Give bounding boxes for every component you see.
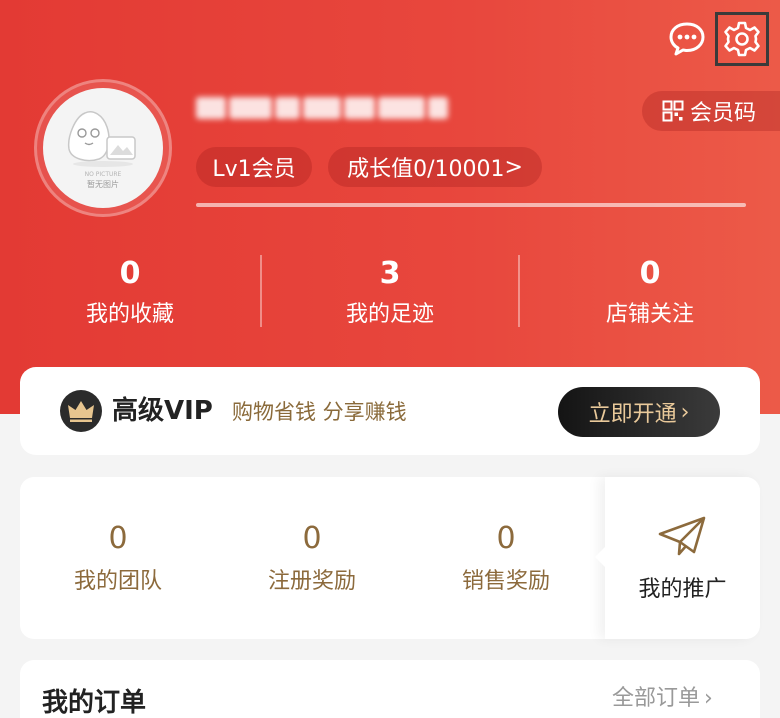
activate-vip-button[interactable]: 立即开通 › (558, 387, 720, 437)
all-orders-label: 全部订单 (612, 686, 701, 711)
avatar[interactable]: NO PICTURE 暂无图片 (34, 79, 172, 217)
orders-title: 我的订单 (42, 688, 147, 718)
username-redacted (196, 94, 448, 122)
promo-stat-sales-reward[interactable]: 0 销售奖励 (406, 519, 606, 599)
member-code-button[interactable]: 会员码 (642, 91, 780, 131)
promotion-card: 0 我的团队 0 注册奖励 0 销售奖励 我的推广 (20, 477, 760, 639)
vip-subtitle: 购物省钱 分享赚钱 (232, 400, 407, 424)
growth-progress-bar (196, 203, 746, 207)
promo-stat-label: 注册奖励 (267, 569, 356, 594)
stat-value: 0 (119, 256, 141, 291)
chat-bubble-icon (669, 22, 705, 56)
promo-stat-register-reward[interactable]: 0 注册奖励 (212, 519, 412, 599)
stat-divider (518, 255, 520, 327)
qr-code-icon (662, 100, 684, 122)
stat-followed-shops[interactable]: 0 店铺关注 (540, 254, 760, 332)
all-orders-link[interactable]: 全部订单 › (612, 682, 713, 716)
chevron-right-icon: › (704, 686, 713, 711)
avatar-caption: 暂无图片 (87, 180, 119, 189)
stat-favorites[interactable]: 0 我的收藏 (20, 254, 240, 332)
stat-value: 0 (639, 256, 661, 291)
avatar-placeholder: NO PICTURE 暂无图片 (43, 88, 163, 208)
notch (595, 547, 605, 567)
settings-button[interactable] (715, 12, 769, 66)
vip-title: 高级VIP (112, 396, 213, 426)
my-promotion-label: 我的推广 (638, 577, 727, 602)
stat-footprints[interactable]: 3 我的足迹 (280, 254, 500, 332)
message-button[interactable] (664, 16, 710, 62)
avatar-caption-en: NO PICTURE (84, 171, 122, 178)
gear-icon (724, 21, 760, 57)
promo-stat-label: 销售奖励 (461, 569, 550, 594)
orders-card: 我的订单 全部订单 › (20, 660, 760, 718)
promo-stat-value: 0 (108, 521, 128, 556)
stat-value: 3 (379, 256, 401, 291)
stat-label: 我的收藏 (85, 302, 174, 327)
stat-divider (260, 255, 262, 327)
stat-label: 我的足迹 (345, 302, 434, 327)
paper-plane-icon (658, 516, 706, 556)
my-promotion-button[interactable]: 我的推广 (595, 477, 760, 639)
stat-label: 店铺关注 (605, 302, 694, 327)
promo-stat-value: 0 (302, 521, 322, 556)
activate-vip-label: 立即开通 (588, 402, 677, 427)
promo-stat-label: 我的团队 (73, 569, 162, 594)
chevron-right-icon: › (680, 399, 690, 425)
no-picture-mascot-icon (67, 111, 136, 167)
promo-stat-team[interactable]: 0 我的团队 (18, 519, 218, 599)
vip-banner: 高级VIP 购物省钱 分享赚钱 立即开通 › (20, 367, 760, 455)
chevron-right-icon: > (504, 154, 523, 180)
crown-icon (60, 390, 102, 432)
growth-value-link[interactable]: 成长值0/10001 > (328, 147, 542, 187)
promo-stat-value: 0 (496, 521, 516, 556)
member-code-label: 会员码 (690, 101, 757, 126)
growth-label: 成长值0/10001 (347, 157, 505, 182)
member-level-badge[interactable]: Lv1会员 (196, 147, 312, 187)
